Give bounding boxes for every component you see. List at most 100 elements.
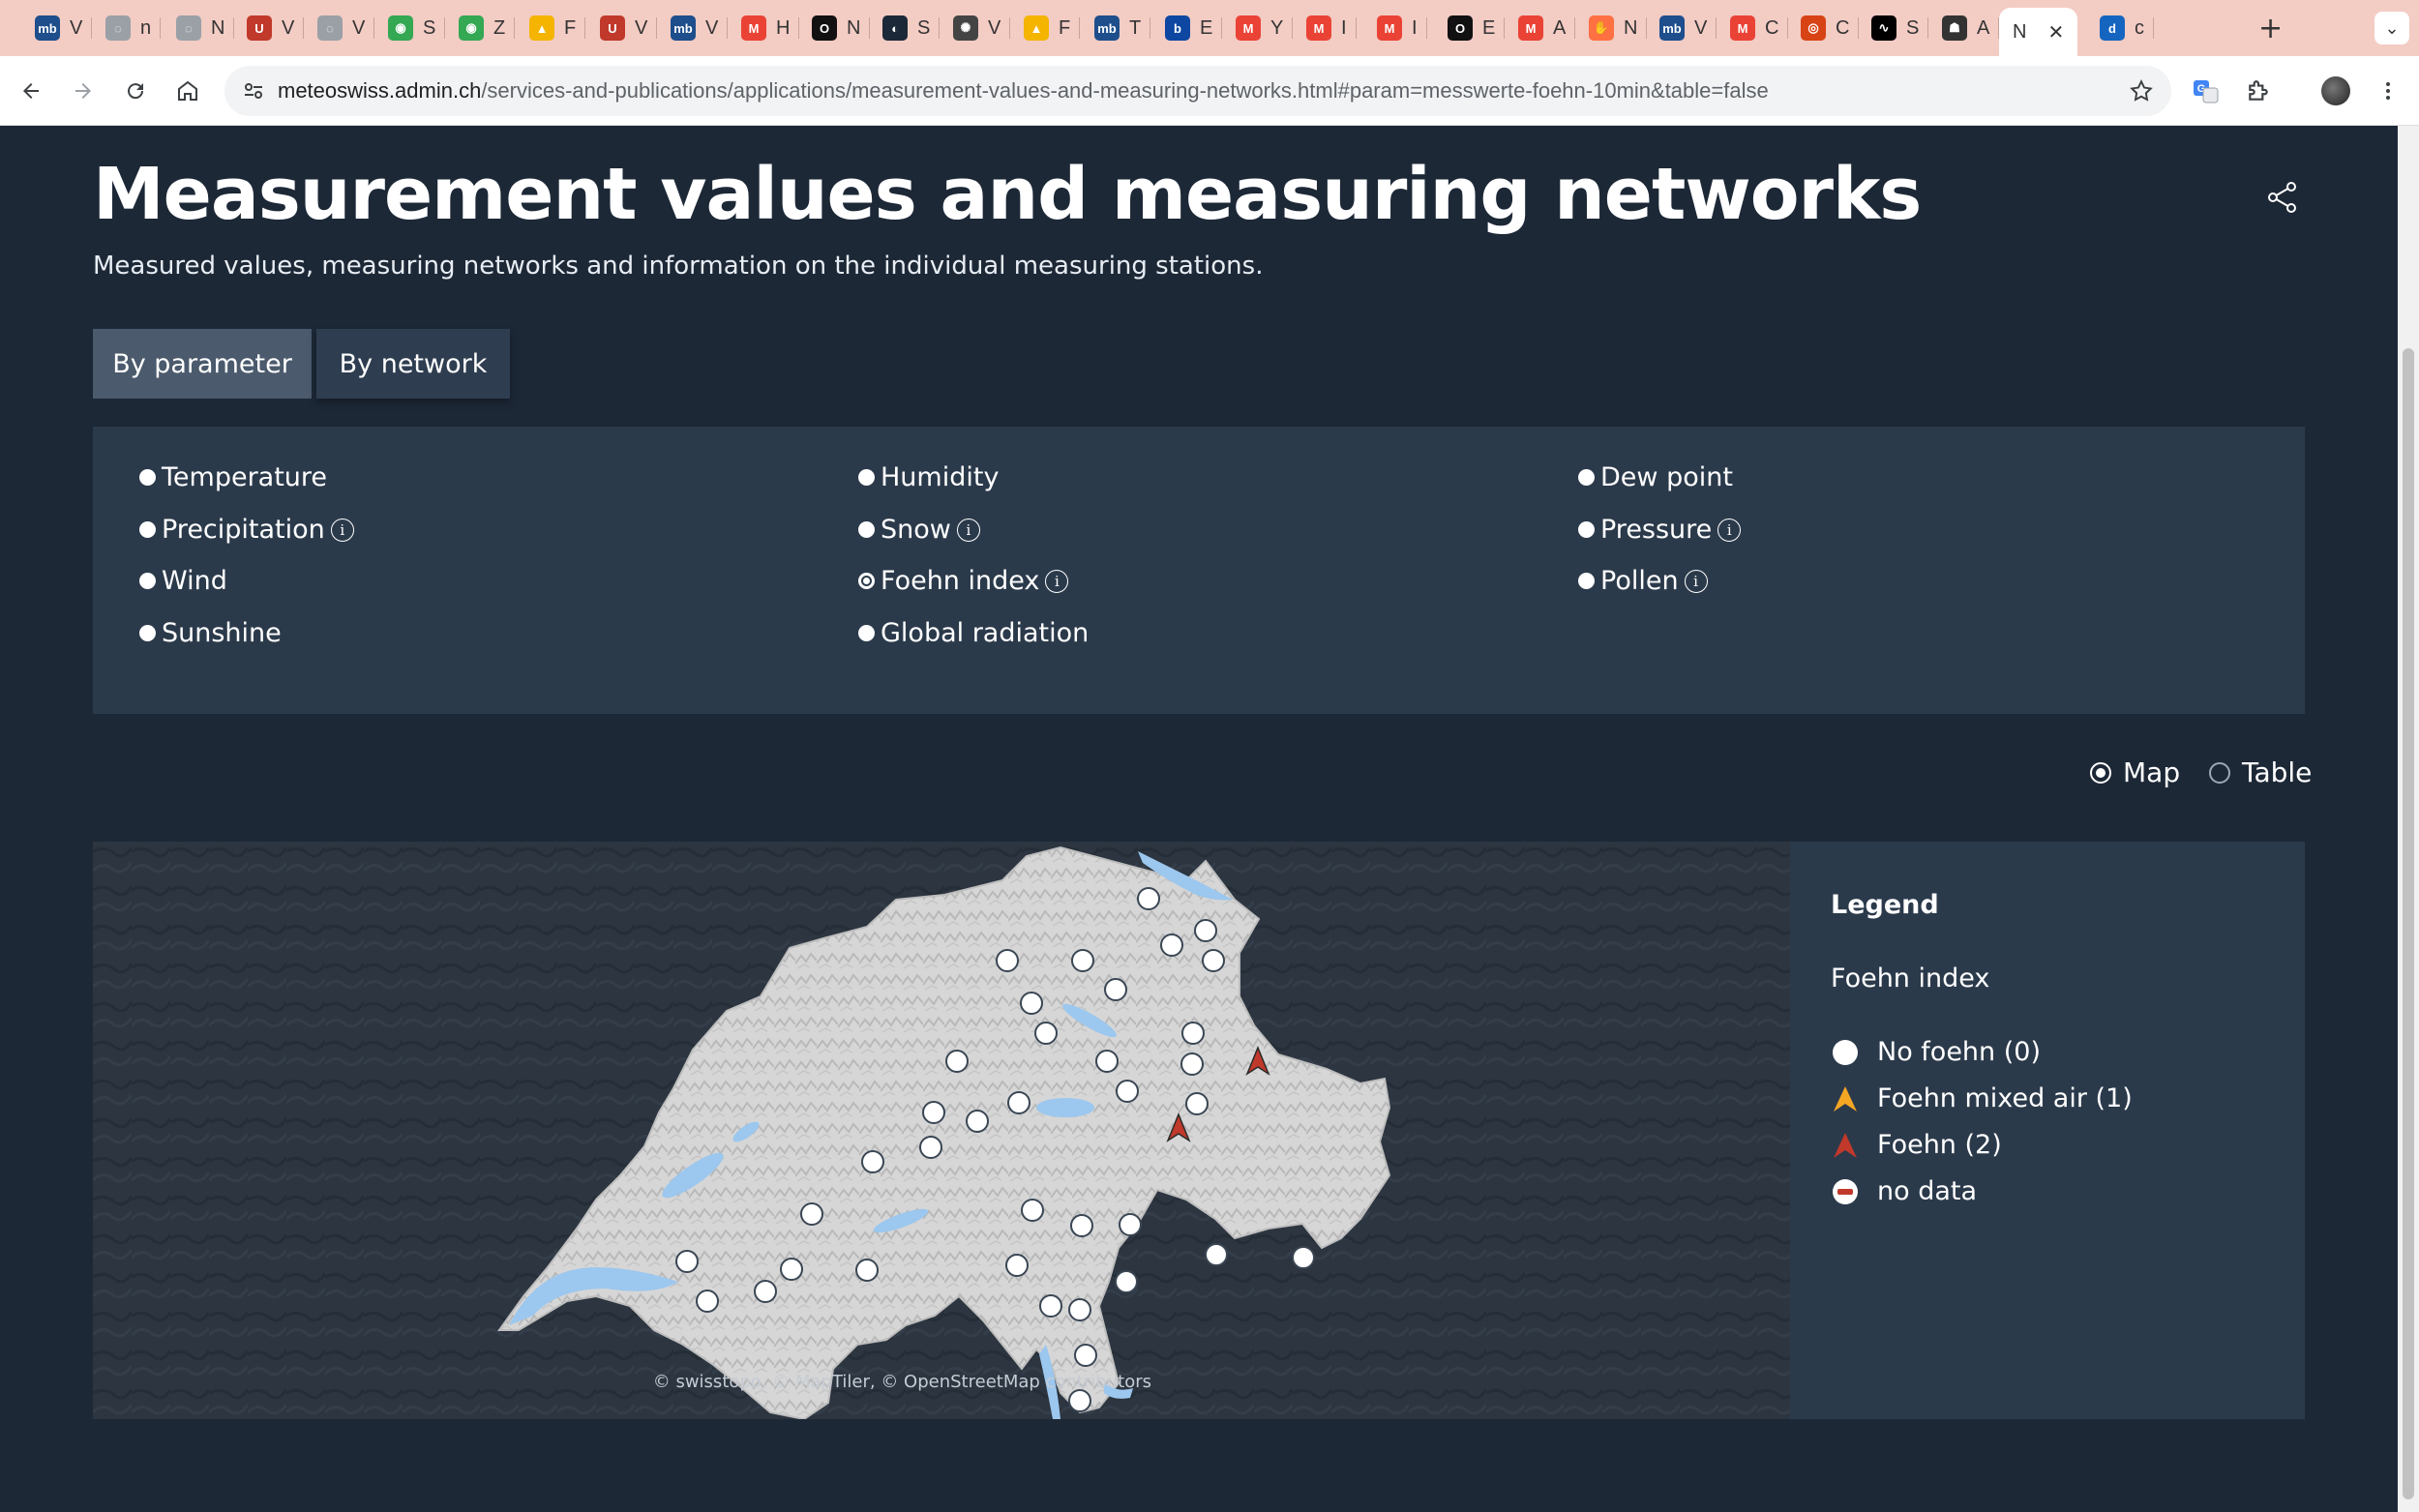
param-option-pollen[interactable]: Pollen i (1578, 566, 1708, 596)
browser-tab[interactable]: UV (600, 8, 658, 48)
browser-tab[interactable]: ∿ S (1871, 8, 1929, 48)
browser-tab[interactable]: ◌ N (176, 8, 235, 48)
browser-tab[interactable]: mb T (1094, 8, 1151, 48)
station-marker-no-foehn[interactable] (1181, 1022, 1205, 1045)
station-marker-no-foehn[interactable] (1070, 1214, 1093, 1237)
info-icon[interactable]: i (1717, 518, 1742, 542)
new-tab-button[interactable]: + (2258, 12, 2283, 45)
param-option-precipitation[interactable]: Precipitation i (139, 515, 354, 545)
foehn-map[interactable]: © swisstopo, © MapTiler, © OpenStreetMap… (93, 842, 1790, 1419)
info-icon[interactable]: i (956, 518, 980, 542)
station-marker-no-foehn[interactable] (1034, 1022, 1058, 1045)
browser-menu-button[interactable] (2369, 72, 2407, 110)
station-marker-no-foehn[interactable] (780, 1258, 803, 1281)
browser-tab[interactable]: ◌ V (317, 8, 375, 48)
browser-tab[interactable]: MI (1377, 8, 1427, 48)
radio-button[interactable] (858, 469, 875, 486)
radio-button[interactable] (1578, 521, 1595, 538)
browser-tab[interactable]: mb V (35, 8, 93, 48)
station-marker-no-foehn[interactable] (1116, 1080, 1139, 1103)
browser-tab[interactable]: ▲ F (529, 8, 586, 48)
station-marker-no-foehn[interactable] (1119, 1213, 1142, 1236)
station-marker-no-foehn[interactable] (675, 1250, 699, 1273)
browser-tab[interactable]: MY (1236, 8, 1294, 48)
station-marker-no-foehn[interactable] (1071, 949, 1094, 972)
param-option-dew-point[interactable]: Dew point (1578, 462, 1733, 492)
station-marker-no-foehn[interactable] (1205, 1243, 1228, 1266)
station-marker-no-foehn[interactable] (1292, 1246, 1315, 1269)
translate-button[interactable]: G (2187, 72, 2225, 110)
radio-button[interactable] (139, 469, 156, 486)
browser-tab[interactable]: bE (1165, 8, 1223, 48)
radio-button[interactable] (1578, 573, 1595, 589)
station-marker-no-foehn[interactable] (1005, 1254, 1029, 1277)
station-marker-no-foehn[interactable] (922, 1101, 945, 1124)
station-marker-no-foehn[interactable] (945, 1050, 969, 1073)
station-marker-no-foehn[interactable] (1095, 1050, 1119, 1073)
browser-tab[interactable]: mb V (671, 8, 729, 48)
station-marker-no-foehn[interactable] (1104, 978, 1127, 1001)
map-canvas[interactable] (93, 842, 1790, 1419)
param-option-foehn-index[interactable]: Foehn index i (858, 566, 1069, 596)
station-marker-no-foehn[interactable] (1115, 1270, 1138, 1293)
tab-by-network[interactable]: By network (316, 329, 510, 399)
station-marker-no-foehn[interactable] (1039, 1294, 1062, 1318)
param-option-global-radiation[interactable]: Global radiation (858, 618, 1089, 648)
station-marker-no-foehn[interactable] (754, 1280, 777, 1303)
browser-tab[interactable]: ✺ V (953, 8, 1011, 48)
radio-button[interactable] (858, 521, 875, 538)
station-marker-no-foehn[interactable] (1202, 949, 1225, 972)
station-marker-no-foehn[interactable] (861, 1150, 884, 1173)
browser-tab[interactable]: N ✕ (1999, 8, 2078, 56)
station-marker-no-foehn[interactable] (1194, 919, 1217, 942)
browser-tab[interactable]: MA (1518, 8, 1576, 48)
radio-button[interactable] (139, 573, 156, 589)
browser-tab[interactable]: ◐ S (882, 8, 941, 48)
param-option-humidity[interactable]: Humidity (858, 462, 999, 492)
browser-tab[interactable]: ◉ Z (459, 8, 516, 48)
extensions-button[interactable] (2239, 72, 2278, 110)
station-marker-no-foehn[interactable] (1074, 1344, 1097, 1367)
radio-button[interactable] (1578, 469, 1595, 486)
tab-by-parameter[interactable]: By parameter (93, 329, 312, 399)
browser-tab[interactable]: ◎ C (1801, 8, 1860, 48)
browser-tab[interactable]: MC (1730, 8, 1789, 48)
site-info-icon[interactable] (242, 79, 265, 103)
radio-button[interactable] (858, 625, 875, 641)
station-marker-no-foehn[interactable] (966, 1110, 989, 1133)
station-marker-no-foehn[interactable] (919, 1136, 942, 1159)
radio-button[interactable] (858, 573, 875, 589)
browser-tab[interactable]: ◌ n (105, 8, 162, 48)
browser-tab[interactable]: OE (1448, 8, 1506, 48)
browser-tab[interactable]: MI (1306, 8, 1357, 48)
home-button[interactable] (168, 72, 207, 110)
station-marker-no-foehn[interactable] (1020, 992, 1043, 1015)
browser-tab[interactable]: ✋ N (1589, 8, 1648, 48)
station-marker-no-foehn[interactable] (1007, 1091, 1030, 1114)
table-radio[interactable] (2209, 761, 2230, 784)
station-marker-no-foehn[interactable] (1068, 1298, 1091, 1321)
address-bar[interactable]: meteoswiss.admin.ch/services-and-publica… (224, 66, 2171, 116)
profile-button[interactable] (2316, 72, 2355, 110)
browser-tab[interactable]: ☗ A (1942, 8, 2000, 48)
info-icon[interactable]: i (1045, 569, 1069, 593)
view-option-table[interactable]: Table (2209, 756, 2312, 788)
browser-tab[interactable]: UV (247, 8, 305, 48)
station-marker-no-foehn[interactable] (1068, 1389, 1091, 1412)
browser-tab[interactable]: MH (741, 8, 800, 48)
station-marker-no-foehn[interactable] (1185, 1092, 1209, 1115)
param-option-temperature[interactable]: Temperature (139, 462, 327, 492)
share-button[interactable] (2264, 179, 2301, 216)
browser-tab[interactable]: ▲ F (1024, 8, 1081, 48)
forward-button[interactable] (64, 72, 103, 110)
station-marker-no-foehn[interactable] (1021, 1199, 1044, 1222)
station-marker-no-foehn[interactable] (800, 1202, 823, 1226)
view-option-map[interactable]: Map (2090, 756, 2180, 788)
param-option-wind[interactable]: Wind (139, 566, 227, 596)
station-marker-no-foehn[interactable] (1180, 1052, 1204, 1076)
browser-tab[interactable]: mb V (1659, 8, 1717, 48)
station-marker-no-foehn[interactable] (855, 1259, 879, 1282)
tab-search-button[interactable]: ⌄ (2374, 12, 2409, 44)
browser-tab[interactable]: dc (2100, 8, 2154, 48)
browser-tab[interactable]: ON (812, 8, 871, 48)
